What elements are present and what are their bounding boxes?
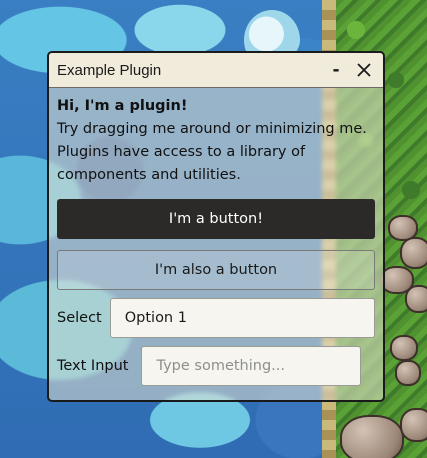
window-content: Hi, I'm a plugin! Try dragging me around… xyxy=(49,88,383,386)
rock xyxy=(340,415,404,458)
rock xyxy=(390,335,418,361)
window-title: Example Plugin xyxy=(57,61,162,79)
text-input-field[interactable] xyxy=(141,346,362,386)
option-select[interactable]: Option 1 xyxy=(109,298,375,338)
window-titlebar[interactable]: Example Plugin - xyxy=(49,53,383,88)
rock xyxy=(400,237,427,269)
select-value: Option 1 xyxy=(124,310,187,326)
plugin-window[interactable]: Example Plugin - Hi, I'm a plugin! Try d… xyxy=(47,51,385,402)
primary-button[interactable]: I'm a button! xyxy=(57,199,375,239)
minimize-button[interactable]: - xyxy=(325,59,347,81)
text-input-row: Text Input xyxy=(57,346,375,386)
rock xyxy=(405,285,427,313)
text-input-label: Text Input xyxy=(57,358,129,374)
secondary-button[interactable]: I'm also a button xyxy=(57,250,375,290)
rock xyxy=(395,360,421,386)
plugin-heading: Hi, I'm a plugin! xyxy=(57,98,188,114)
select-label: Select xyxy=(57,310,102,326)
select-row: Select Option 1 xyxy=(57,298,375,338)
minimize-icon: - xyxy=(332,60,340,80)
close-icon xyxy=(357,63,371,77)
close-button[interactable] xyxy=(353,59,375,81)
rock xyxy=(400,408,427,442)
plugin-description: Try dragging me around or minimizing me.… xyxy=(57,121,367,183)
